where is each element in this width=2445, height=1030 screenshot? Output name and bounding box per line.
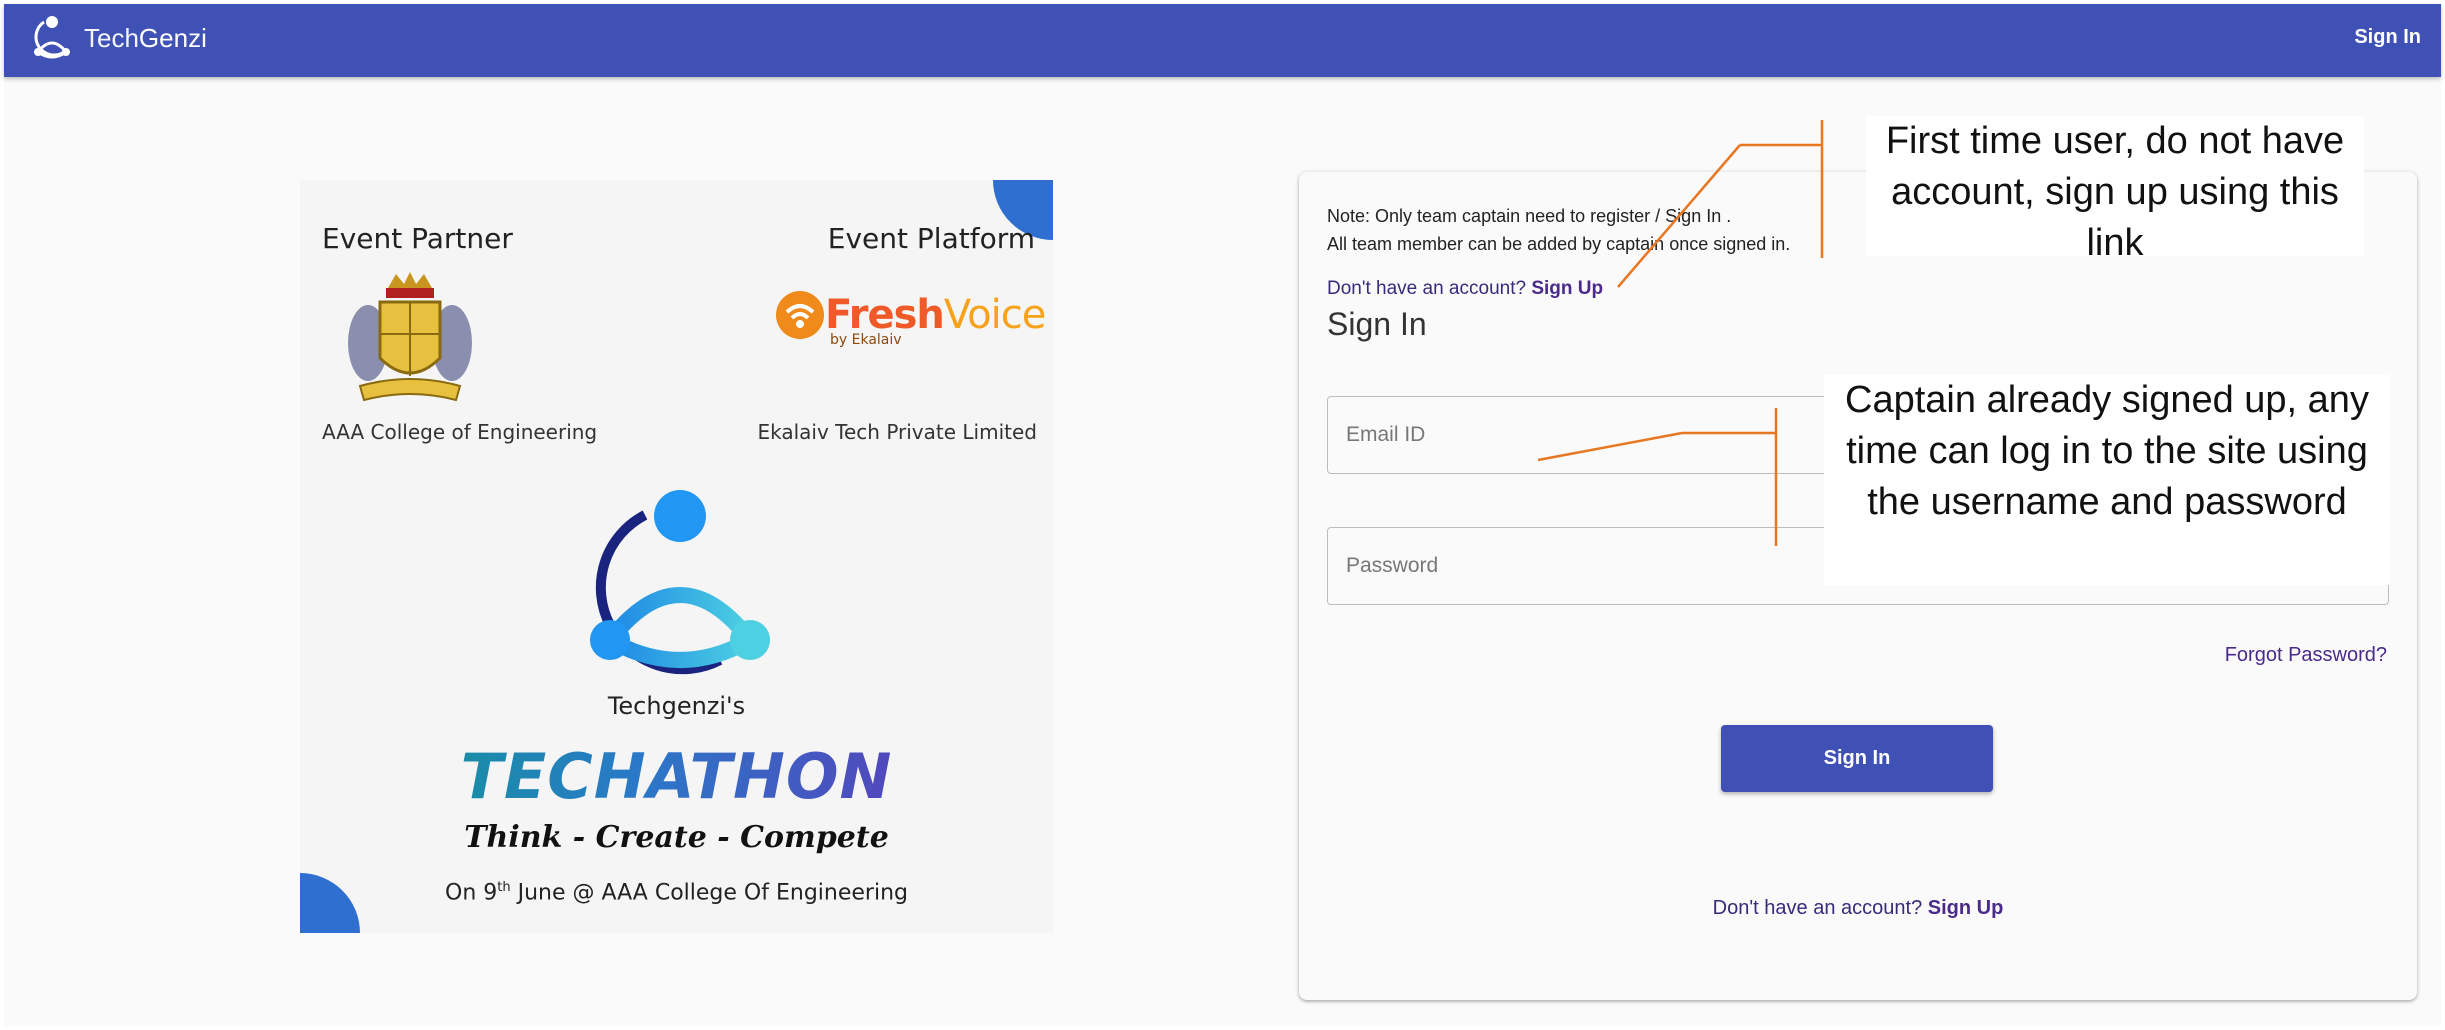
callout-captain-login: Captain already signed up, any time can …: [1824, 375, 2390, 585]
callout-first-time-user: First time user, do not have account, si…: [1866, 116, 2364, 264]
